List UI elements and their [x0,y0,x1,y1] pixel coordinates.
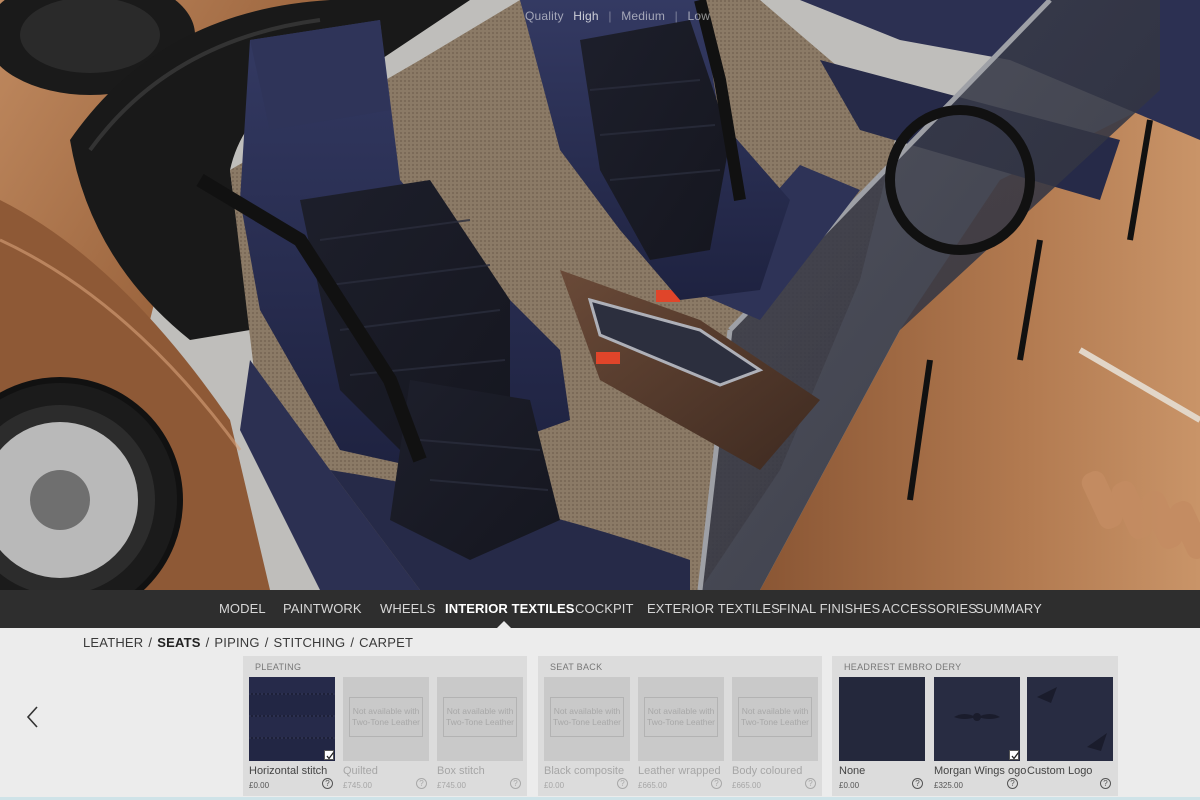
option-name: Horizontal stitch [249,765,328,777]
horizontal-stitch-swatch[interactable] [249,677,335,761]
option-price: £665.00 [638,781,667,790]
not-available-note: Not available with Two-Tone Leather [738,697,812,737]
leather-wrapped-swatch: Not available with Two-Tone Leather [638,677,724,761]
option-card[interactable]: Not available with Two-Tone Leather Body… [732,677,818,790]
option-name: None [839,765,866,777]
option-price: £665.00 [732,781,761,790]
group-title: HEADREST EMBRO DERY [844,662,962,672]
help-icon[interactable]: ? [617,778,628,789]
option-price: £745.00 [343,781,372,790]
nav-tab-paintwork[interactable]: PAINTWORK [283,590,362,628]
nav-tab-final-finishes[interactable]: FINAL FINISHES [779,590,880,628]
selected-check-icon [1009,750,1020,760]
option-price: £0.00 [544,781,565,790]
active-tab-indicator [497,621,511,628]
not-available-note: Not available with Two-Tone Leather [349,697,423,737]
nav-tab-accessories[interactable]: ACCESSORIES [882,590,977,628]
black-composite-swatch: Not available with Two-Tone Leather [544,677,630,761]
quality-low-option[interactable]: Low [685,9,714,23]
help-icon[interactable]: ? [510,778,521,789]
nav-tab-exterior-textiles[interactable]: EXTERIOR TEXTILES [647,590,780,628]
option-name: Quilted [343,765,378,777]
option-price: £745.00 [437,781,466,790]
help-icon[interactable]: ? [322,778,333,789]
not-available-note: Not available with Two-Tone Leather [443,697,517,737]
custom-logo-swatch[interactable] [1027,677,1113,761]
quality-high-option[interactable]: High [570,9,601,23]
option-name: Box stitch [437,765,485,777]
option-card[interactable]: Horizontal stitch £0.00 ? [249,677,335,790]
option-group-headrest-embroidery: HEADREST EMBRO DERY None £0.00 ? Morgan … [832,656,1118,796]
car-interior-render [0,0,1200,590]
option-price: £325.00 [934,781,963,790]
nav-tab-cockpit[interactable]: COCKPIT [575,590,633,628]
car-3d-viewport[interactable]: Quality High | Medium | Low [0,0,1200,590]
option-card[interactable]: Morgan Wings ogo £325.00 ? [934,677,1026,790]
option-price: £0.00 [249,781,270,790]
subnav-stitching[interactable]: STITCHING [274,635,346,650]
group-title: PLEATING [255,662,302,672]
configurator-page: Quality High | Medium | Low MODEL PAINTW… [0,0,1200,800]
quality-separator: | [674,9,678,23]
morgan-wings-logo-swatch[interactable] [934,677,1020,761]
selected-check-icon [324,750,335,760]
quilted-swatch: Not available with Two-Tone Leather [343,677,429,761]
subnav-leather[interactable]: LEATHER [83,635,143,650]
configurator-step-nav: MODEL PAINTWORK WHEELS INTERIOR TEXTILES… [0,590,1200,628]
option-name: Leather wrapped [638,765,721,777]
option-card[interactable]: Not available with Two-Tone Leather Leat… [638,677,724,790]
option-card[interactable]: Not available with Two-Tone Leather Box … [437,677,523,790]
option-name: Body coloured [732,765,803,777]
option-group-seat-back: SEAT BACK Not available with Two-Tone Le… [538,656,822,796]
option-card[interactable]: Not available with Two-Tone Leather Blac… [544,677,630,790]
subnav-carpet[interactable]: CARPET [359,635,413,650]
subnav-piping[interactable]: PIPING [214,635,259,650]
nav-tab-summary[interactable]: SUMMARY [975,590,1042,628]
help-icon[interactable]: ? [1007,778,1018,789]
quality-separator: | [608,9,612,23]
box-stitch-swatch: Not available with Two-Tone Leather [437,677,523,761]
option-card[interactable]: Custom Logo ? [1027,677,1113,789]
help-icon[interactable]: ? [1100,778,1111,789]
nav-tab-wheels[interactable]: WHEELS [380,590,436,628]
nav-tab-model[interactable]: MODEL [219,590,266,628]
help-icon[interactable]: ? [912,778,923,789]
option-group-pleating: PLEATING Horizontal stitch £0.00 ? Not a… [243,656,527,796]
chevron-left-icon[interactable] [22,704,44,730]
quality-medium-option[interactable]: Medium [618,9,668,23]
help-icon[interactable]: ? [416,778,427,789]
option-name: Custom Logo [1027,765,1093,777]
option-card[interactable]: Not available with Two-Tone Leather Quil… [343,677,429,790]
option-name: Morgan Wings ogo [934,765,1027,777]
option-name: Black composite [544,765,625,777]
subnav-seats[interactable]: SEATS [157,635,200,650]
quality-label: Quality [525,9,564,23]
option-price: £0.00 [839,781,860,790]
help-icon[interactable]: ? [805,778,816,789]
not-available-note: Not available with Two-Tone Leather [550,697,624,737]
body-coloured-swatch: Not available with Two-Tone Leather [732,677,818,761]
not-available-note: Not available with Two-Tone Leather [644,697,718,737]
help-icon[interactable]: ? [711,778,722,789]
option-card[interactable]: None £0.00 ? [839,677,925,790]
subnav-separator: / [148,635,153,650]
subnav-separator: / [205,635,210,650]
group-title: SEAT BACK [550,662,603,672]
subnav-separator: / [264,635,269,650]
subnav-separator: / [350,635,355,650]
none-embroidery-swatch[interactable] [839,677,925,761]
interior-sub-nav: LEATHER / SEATS / PIPING / STITCHING / CARPET [83,635,413,650]
render-quality-selector: Quality High | Medium | Low [522,9,713,23]
